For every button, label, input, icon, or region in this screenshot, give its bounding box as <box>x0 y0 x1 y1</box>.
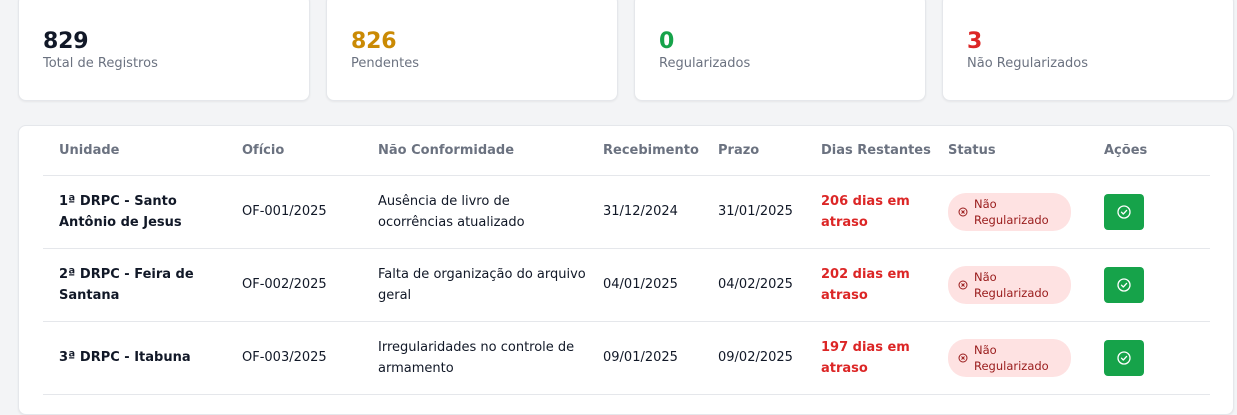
col-dias-restantes[interactable]: Dias Restantes <box>805 126 932 176</box>
cell-acoes <box>1088 248 1210 322</box>
col-oficio[interactable]: Ofício <box>226 126 362 176</box>
cell-recebimento: 04/01/2025 <box>587 248 702 322</box>
stat-value: 0 <box>659 29 675 54</box>
cell-status: Não Regularizado <box>932 248 1088 322</box>
col-prazo[interactable]: Prazo <box>702 126 805 176</box>
cell-dias-restantes: 197 dias em atraso <box>805 321 932 395</box>
cell-status: Não Regularizado <box>932 321 1088 395</box>
cell-acoes <box>1088 321 1210 395</box>
cell-unidade: 3ª DRPC - Itabuna <box>43 321 226 395</box>
x-circle-icon <box>958 353 968 362</box>
stat-label: Total de Registros <box>43 56 158 71</box>
x-circle-icon <box>958 207 968 216</box>
status-badge-label: Não Regularizado <box>974 196 1049 227</box>
cell-unidade: 2ª DRPC - Feira de Santana <box>43 248 226 322</box>
records-table: Unidade Ofício Não Conformidade Recebime… <box>43 126 1210 395</box>
regularize-button[interactable] <box>1104 193 1144 230</box>
stat-value: 829 <box>43 29 89 54</box>
cell-dias-restantes: 202 dias em atraso <box>805 248 932 322</box>
stat-value: 3 <box>967 29 983 54</box>
table-header-row: Unidade Ofício Não Conformidade Recebime… <box>43 126 1210 176</box>
stat-card-pending: 826 Pendentes <box>326 0 618 101</box>
cell-nao-conformidade: Ausência de livro de ocorrências atualiz… <box>362 175 587 249</box>
col-status[interactable]: Status <box>932 126 1088 176</box>
stat-value: 826 <box>351 29 397 54</box>
cell-prazo: 09/02/2025 <box>702 321 805 395</box>
stat-label: Regularizados <box>659 56 751 71</box>
col-unidade[interactable]: Unidade <box>43 126 226 176</box>
cell-prazo: 04/02/2025 <box>702 248 805 322</box>
stat-card-total: 829 Total de Registros <box>18 0 310 101</box>
check-circle-icon <box>1117 277 1131 292</box>
cell-dias-restantes: 206 dias em atraso <box>805 175 932 249</box>
status-badge-label: Não Regularizado <box>974 342 1049 373</box>
cell-nao-conformidade: Falta de organização do arquivo geral <box>362 248 587 322</box>
table-row: 2ª DRPC - Feira de Santana OF-002/2025 F… <box>43 248 1210 322</box>
cell-recebimento: 09/01/2025 <box>587 321 702 395</box>
x-circle-icon <box>958 280 968 289</box>
stat-label: Pendentes <box>351 56 419 71</box>
table-row: 1ª DRPC - Santo Antônio de Jesus OF-001/… <box>43 175 1210 249</box>
col-nao-conformidade[interactable]: Não Conformidade <box>362 126 587 176</box>
status-badge: Não Regularizado <box>948 192 1071 231</box>
stat-label: Não Regularizados <box>967 56 1089 71</box>
check-circle-icon <box>1117 204 1131 219</box>
regularize-button[interactable] <box>1104 339 1144 376</box>
cell-unidade: 1ª DRPC - Santo Antônio de Jesus <box>43 175 226 249</box>
cell-oficio: OF-003/2025 <box>226 321 362 395</box>
status-badge: Não Regularizado <box>948 338 1071 377</box>
cell-oficio: OF-001/2025 <box>226 175 362 249</box>
regularize-button[interactable] <box>1104 266 1144 303</box>
col-recebimento[interactable]: Recebimento <box>587 126 702 176</box>
cell-nao-conformidade: Irregularidades no controle de armamento <box>362 321 587 395</box>
table-row: 3ª DRPC - Itabuna OF-003/2025 Irregulari… <box>43 321 1210 395</box>
status-badge-label: Não Regularizado <box>974 269 1049 300</box>
check-circle-icon <box>1117 350 1131 365</box>
cell-acoes <box>1088 175 1210 249</box>
records-panel: Unidade Ofício Não Conformidade Recebime… <box>18 125 1234 415</box>
stat-card-not-regularized: 3 Não Regularizados <box>942 0 1234 101</box>
cell-oficio: OF-002/2025 <box>226 248 362 322</box>
cell-prazo: 31/01/2025 <box>702 175 805 249</box>
cell-status: Não Regularizado <box>932 175 1088 249</box>
stats-cards: 829 Total de Registros 826 Pendentes 0 R… <box>18 0 1234 101</box>
col-acoes: Ações <box>1088 126 1210 176</box>
status-badge: Não Regularizado <box>948 265 1071 304</box>
cell-recebimento: 31/12/2024 <box>587 175 702 249</box>
stat-card-regularized: 0 Regularizados <box>634 0 926 101</box>
